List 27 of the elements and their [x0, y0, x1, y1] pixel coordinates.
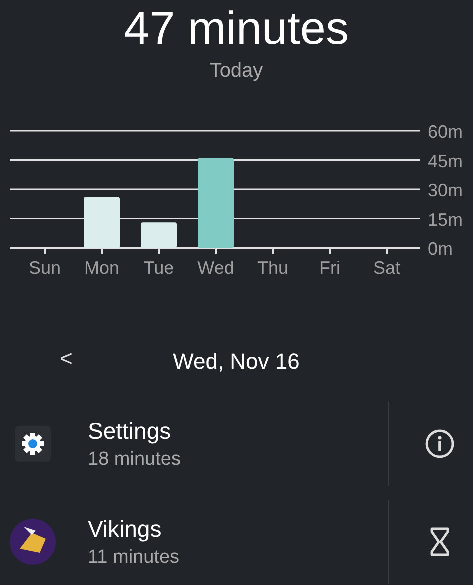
bar[interactable] — [198, 158, 234, 248]
total-time: 47 minutes — [124, 2, 349, 54]
axis-label: Fri — [320, 258, 340, 278]
period-label: Today — [210, 60, 264, 83]
axis-label: Thu — [257, 258, 289, 278]
bar[interactable] — [141, 222, 177, 248]
axis-label: Mon — [84, 258, 120, 278]
axis-label: 0m — [428, 239, 454, 259]
app-name: Settings — [88, 418, 172, 444]
axis-label: Tue — [144, 258, 174, 278]
info-icon[interactable] — [425, 429, 455, 459]
date-label: Wed, Nov 16 — [173, 349, 300, 374]
axis-label: Sat — [373, 258, 401, 278]
app-name: Vikings — [88, 516, 163, 542]
axis-label: 45m — [428, 151, 464, 172]
usage-time: 11 minutes — [88, 546, 181, 568]
axis-label: Wed — [198, 258, 234, 278]
app-icon — [10, 519, 56, 565]
axis-label: 60m — [428, 122, 464, 142]
usage-time: 18 minutes — [88, 448, 182, 470]
axis-label: Sun — [28, 258, 62, 278]
gear-icon — [15, 426, 51, 462]
bar[interactable] — [84, 197, 120, 248]
axis-label: 15m — [428, 210, 464, 230]
axis-label: 30m — [428, 180, 464, 200]
hourglass-icon[interactable] — [430, 527, 450, 557]
previous-day-button[interactable]: < — [52, 346, 81, 372]
